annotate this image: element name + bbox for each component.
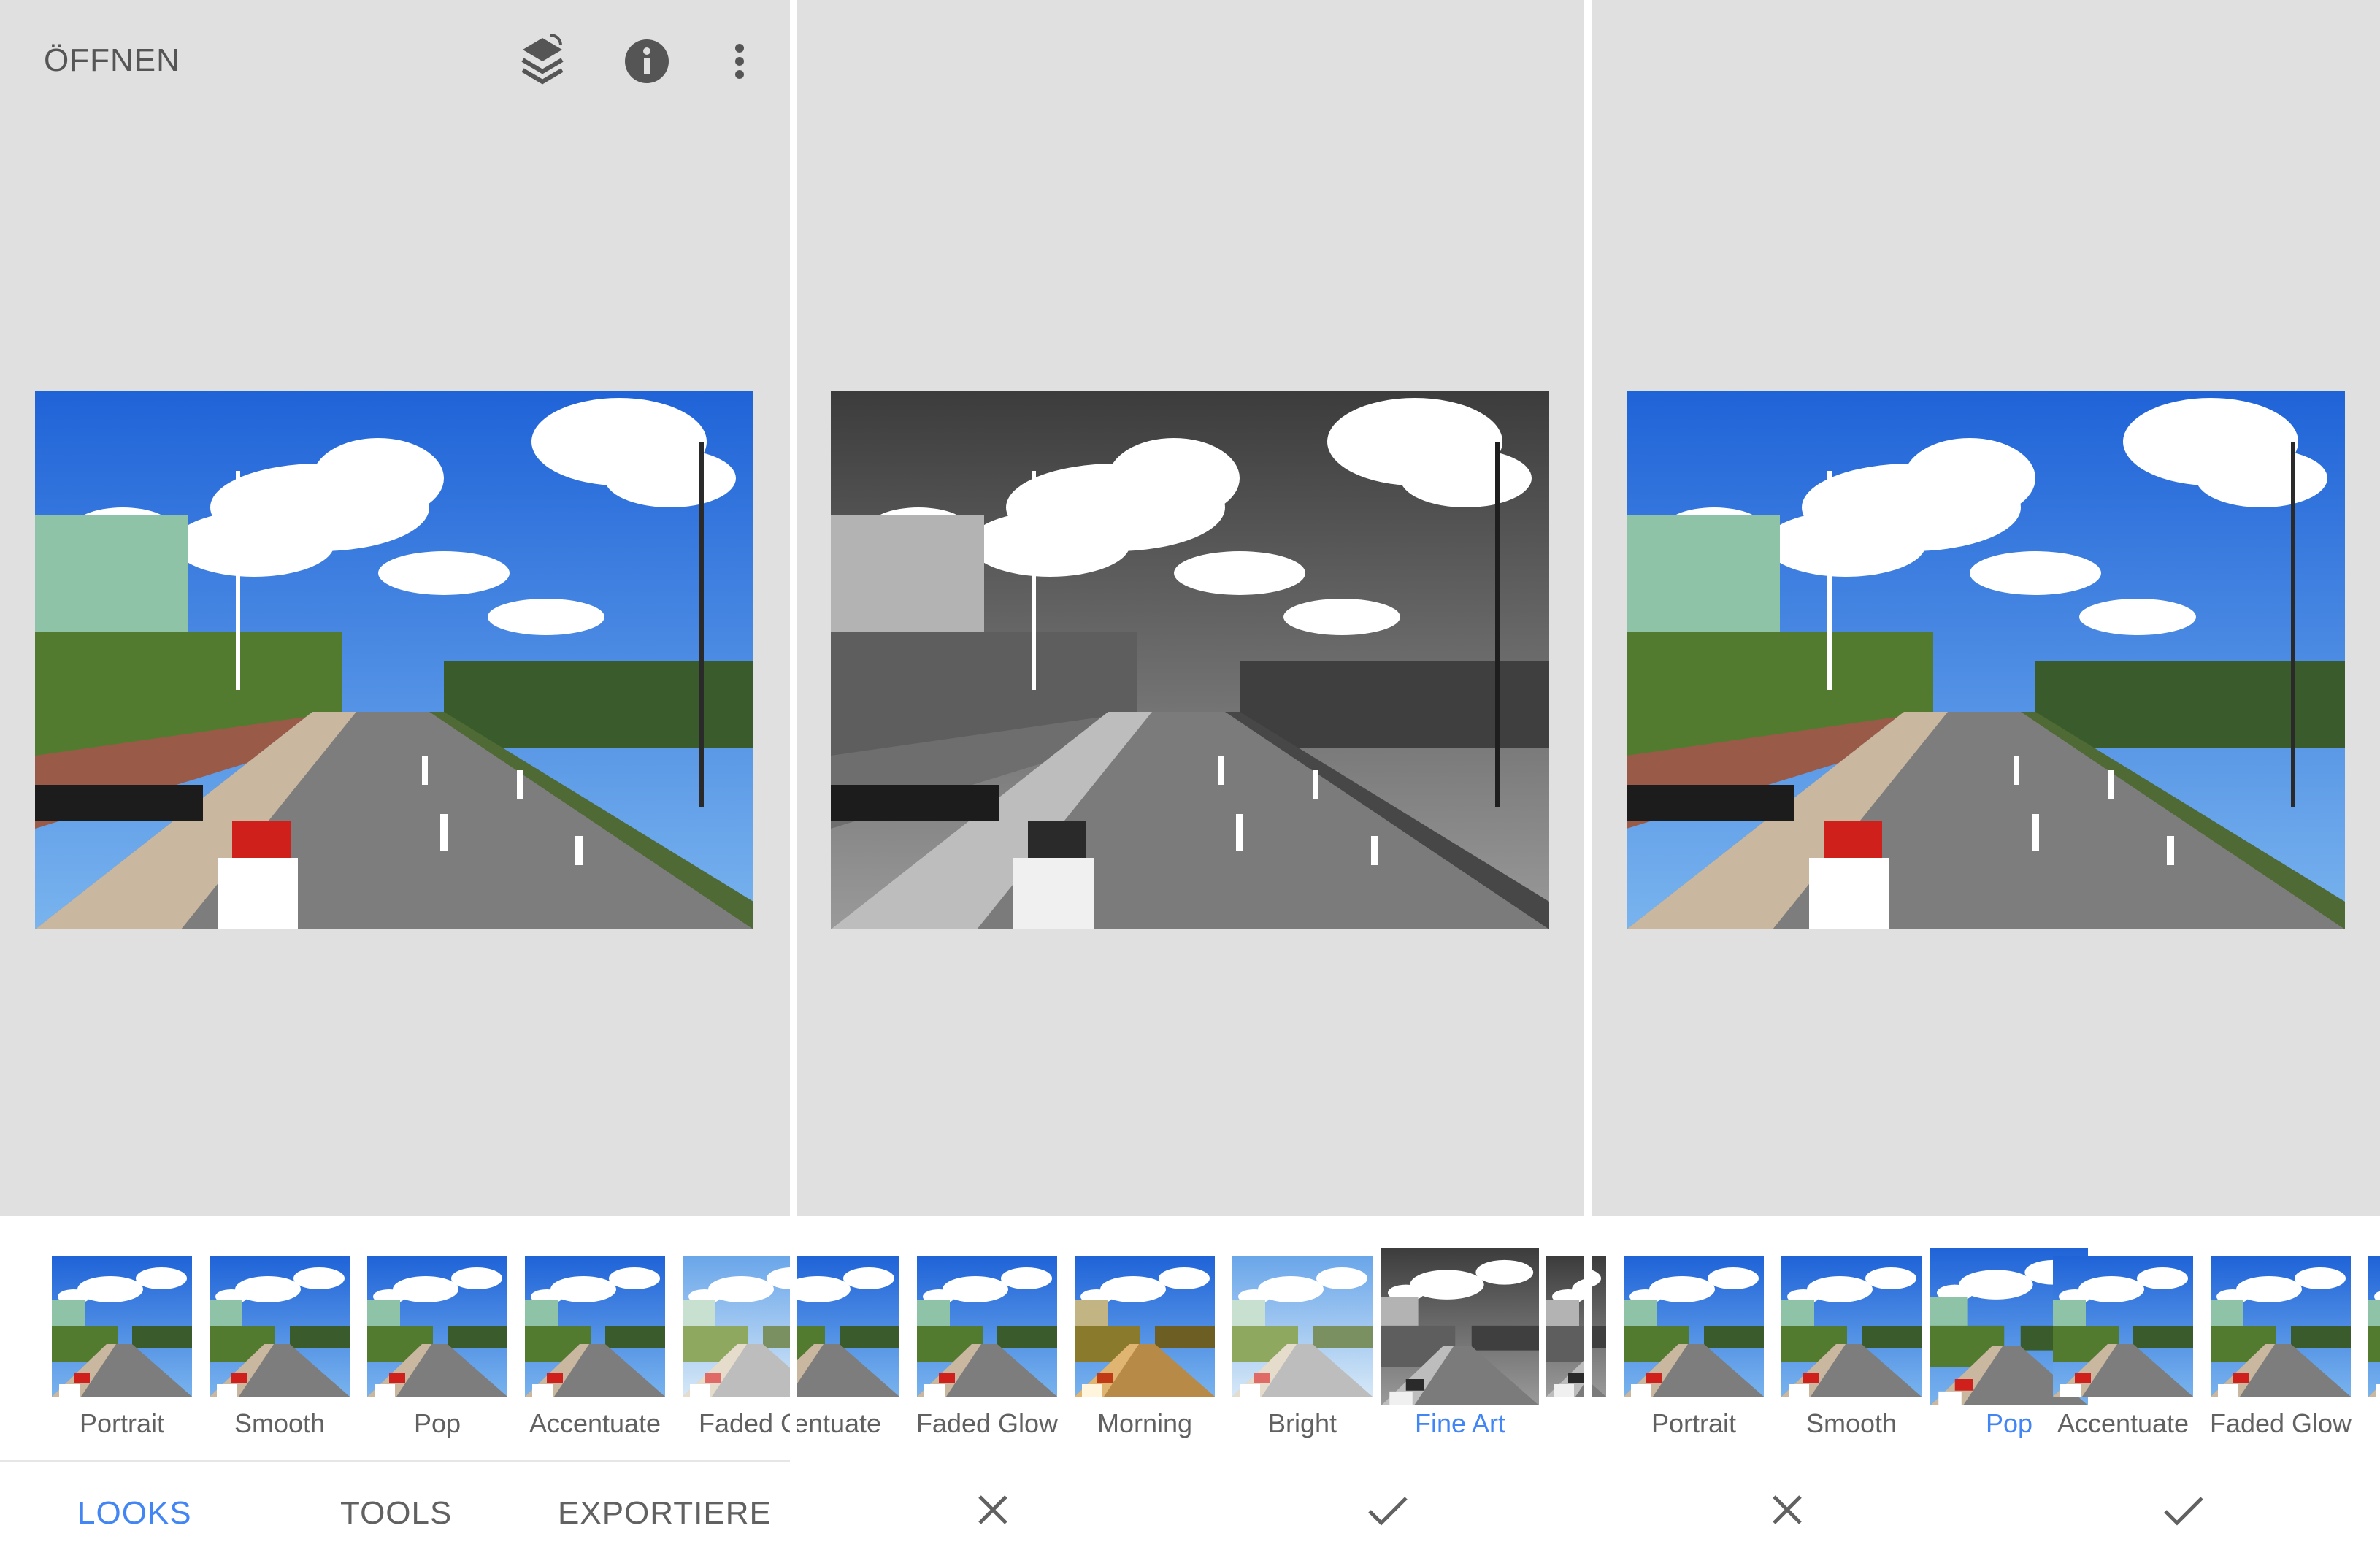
action-bar (1592, 1460, 2380, 1566)
look-thumb-fine-art[interactable] (1381, 1248, 1539, 1405)
look-thumb-pop[interactable] (367, 1256, 507, 1397)
look-label: Smooth (234, 1408, 326, 1438)
look-label: Portrait (79, 1408, 165, 1438)
looks-strip[interactable]: centuate Faded Glow Morning Bright Fine … (797, 1216, 1584, 1460)
look-thumb-bright[interactable] (1232, 1256, 1373, 1397)
look-thumb-portrait[interactable] (1624, 1256, 1764, 1397)
photo-preview (35, 391, 753, 929)
look-thumb-accentuate[interactable] (797, 1256, 899, 1397)
look-thumb-smooth[interactable] (1781, 1256, 1922, 1397)
more-vert-icon[interactable] (729, 34, 751, 89)
look-thumb-smooth[interactable] (210, 1256, 350, 1397)
look-thumb-next[interactable] (2368, 1256, 2380, 1397)
panel-divider (1584, 0, 1592, 1216)
panel-pop-look: Portrait Smooth Pop Accentuate Faded Glo… (1592, 0, 2380, 1566)
close-icon[interactable] (970, 1486, 1016, 1533)
panel-fine-art-look: centuate Faded Glow Morning Bright Fine … (797, 0, 1584, 1566)
check-icon[interactable] (1364, 1486, 1410, 1533)
look-label: Bright (1267, 1408, 1337, 1438)
look-label: Accentuate (2057, 1408, 2189, 1438)
look-thumb-prev[interactable] (1592, 1256, 1606, 1397)
looks-strip[interactable]: Portrait Smooth Pop Accentuate Faded Gl (0, 1216, 790, 1460)
image-canvas (1592, 0, 2380, 1216)
look-label: Faded Glow (2209, 1408, 2352, 1438)
photo-preview-bw (831, 391, 1549, 929)
image-canvas: ÖFFNEN (0, 0, 790, 1216)
open-button[interactable]: ÖFFNEN (44, 42, 180, 79)
divider (0, 1460, 790, 1462)
look-thumb-accentuate[interactable] (525, 1256, 665, 1397)
look-thumb-faded-glow[interactable] (2211, 1256, 2351, 1397)
photo-preview-pop (1627, 391, 2345, 929)
look-label: Portrait (1651, 1408, 1737, 1438)
panel-looks-overview: ÖFFNEN Portrait Smooth Pop Accentuate Fa… (0, 0, 790, 1566)
look-label-selected: Fine Art (1414, 1408, 1506, 1438)
layers-stack-icon[interactable] (518, 34, 567, 89)
look-thumb-portrait[interactable] (52, 1256, 192, 1397)
look-thumb-faded-glow[interactable] (917, 1256, 1057, 1397)
image-canvas (797, 0, 1584, 1216)
look-thumb-accentuate[interactable] (2053, 1256, 2193, 1397)
looks-strip[interactable]: Portrait Smooth Pop Accentuate Faded Glo… (1592, 1216, 2380, 1460)
panel-divider (790, 0, 797, 1216)
bottom-tabs: LOOKS TOOLS EXPORTIERE (0, 1460, 790, 1566)
look-thumb-morning[interactable] (1075, 1256, 1215, 1397)
look-thumb-next[interactable] (1546, 1256, 1584, 1397)
close-icon[interactable] (1764, 1486, 1811, 1533)
action-bar (797, 1460, 1584, 1566)
tab-tools[interactable]: TOOLS (340, 1495, 452, 1532)
check-icon[interactable] (2160, 1486, 2206, 1533)
info-icon[interactable] (624, 34, 669, 89)
look-label: Faded Gl (698, 1408, 790, 1438)
look-thumb-faded-glow[interactable] (683, 1256, 790, 1397)
tab-looks[interactable]: LOOKS (77, 1495, 192, 1532)
tab-export[interactable]: EXPORTIERE (558, 1495, 772, 1532)
look-label: Accentuate (529, 1408, 661, 1438)
look-label: Morning (1097, 1408, 1193, 1438)
look-label: Faded Glow (915, 1408, 1059, 1438)
look-label: Pop (413, 1408, 461, 1438)
look-label: Smooth (1805, 1408, 1897, 1438)
